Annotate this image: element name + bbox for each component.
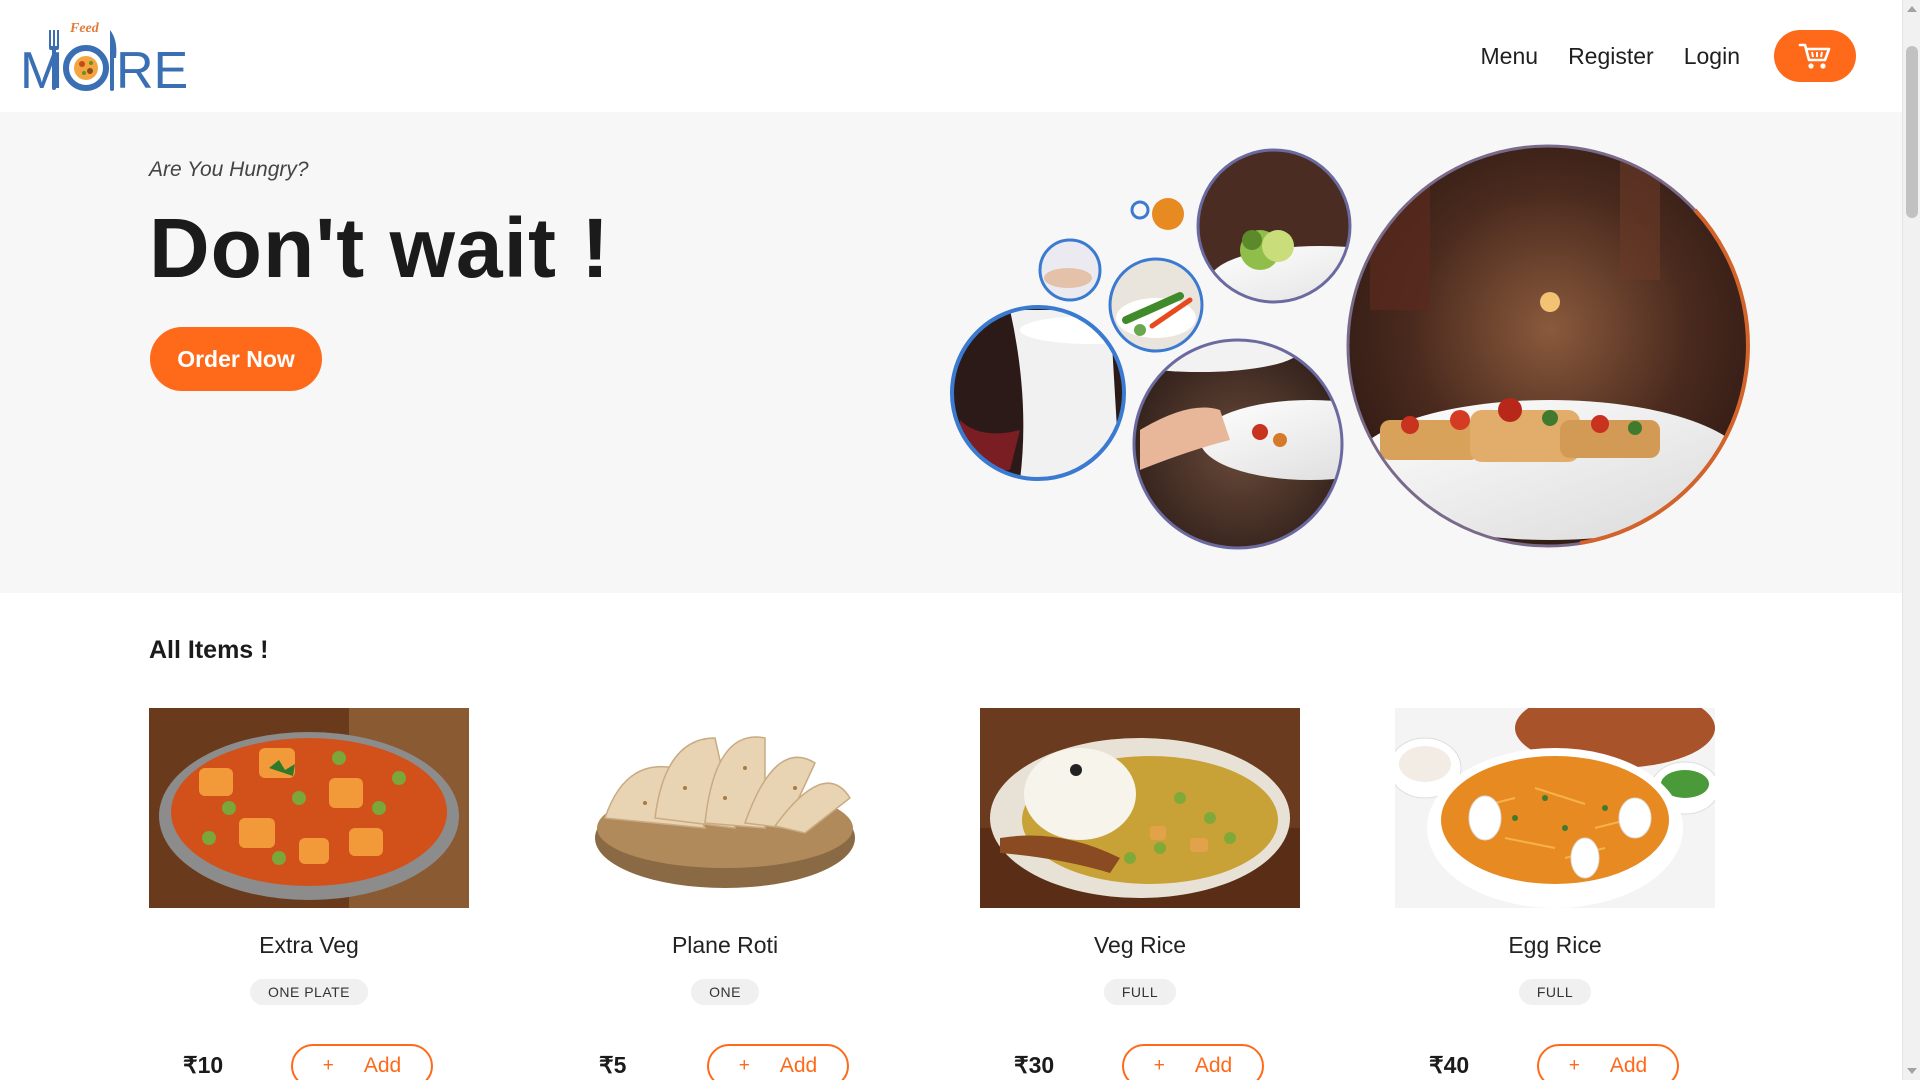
logo-letter-m: M: [20, 42, 63, 98]
hand-plate-image: [1040, 240, 1100, 300]
item-price: ₹30: [1014, 1052, 1055, 1078]
item-price: ₹10: [183, 1052, 224, 1078]
orange-dot-decor: [1152, 198, 1184, 230]
item-card: Extra Veg ONE PLATE ₹10 + Add: [149, 708, 469, 1080]
plus-icon: +: [738, 1055, 750, 1076]
plane-roti-image[interactable]: [565, 708, 885, 908]
item-name: Egg Rice: [1508, 932, 1602, 958]
item-size-badge: FULL: [1103, 979, 1177, 1005]
cart-button[interactable]: [1774, 30, 1856, 82]
item-card: Plane Roti ONE ₹5 + Add: [565, 708, 885, 1080]
add-label: Add: [779, 1054, 818, 1077]
item-footer: ₹40 + Add: [1395, 1044, 1715, 1080]
nav-menu-link[interactable]: Menu: [1481, 43, 1539, 70]
hero-tagline: Are You Hungry?: [149, 158, 309, 181]
nav-login-link[interactable]: Login: [1684, 43, 1740, 70]
item-price: ₹5: [599, 1052, 627, 1078]
feedmore-logo[interactable]: M RE Feed: [20, 18, 190, 100]
cart-icon: [1798, 43, 1831, 69]
plus-icon: +: [322, 1055, 334, 1076]
logo-feed-text: Feed: [69, 21, 100, 36]
nav-links: Menu Register Login: [1481, 30, 1856, 82]
item-footer: ₹10 + Add: [149, 1044, 469, 1080]
item-footer: ₹30 + Add: [980, 1044, 1300, 1080]
plus-icon: +: [1153, 1055, 1165, 1076]
veg-rice-image[interactable]: [980, 708, 1300, 908]
item-size-badge: ONE PLATE: [249, 979, 369, 1005]
scroll-thumb[interactable]: [1906, 46, 1918, 218]
item-card: Egg Rice FULL ₹40 + Add: [1395, 708, 1715, 1080]
add-label: Add: [363, 1054, 402, 1077]
egg-rice-image[interactable]: [1395, 708, 1715, 908]
order-now-button[interactable]: Order Now: [150, 327, 322, 391]
restaurant-plate-image: [1348, 146, 1748, 546]
item-footer: ₹5 + Add: [565, 1044, 885, 1080]
scroll-down-arrow-icon[interactable]: [1907, 1068, 1917, 1074]
hero-title: Don't wait !: [149, 201, 611, 295]
extra-veg-image[interactable]: [149, 708, 469, 908]
item-name: Extra Veg: [259, 932, 359, 958]
plus-icon: +: [1568, 1055, 1580, 1076]
add-to-cart-button[interactable]: + Add: [707, 1044, 849, 1080]
add-label: Add: [1609, 1054, 1648, 1077]
scroll-up-arrow-icon[interactable]: [1907, 6, 1917, 12]
all-items-title: All Items !: [149, 636, 269, 664]
add-to-cart-button[interactable]: + Add: [1122, 1044, 1264, 1080]
nav-register-link[interactable]: Register: [1568, 43, 1654, 70]
logo-letters-re: RE: [116, 42, 188, 98]
item-size-badge: ONE: [691, 979, 759, 1005]
item-price: ₹40: [1429, 1052, 1470, 1078]
item-name: Plane Roti: [671, 932, 779, 958]
item-card: Veg Rice FULL ₹30 + Add: [980, 708, 1300, 1080]
add-to-cart-button[interactable]: + Add: [291, 1044, 433, 1080]
vertical-scrollbar[interactable]: [1902, 0, 1920, 1080]
page: M RE Feed Menu Register Login Are You Hu…: [0, 0, 1902, 1080]
add-to-cart-button[interactable]: + Add: [1537, 1044, 1679, 1080]
navbar: M RE Feed Menu Register Login: [0, 0, 1902, 112]
hero-food-collage: [950, 144, 1750, 550]
hero-section: Are You Hungry? Don't wait ! Order Now: [0, 112, 1902, 593]
item-size-badge: FULL: [1518, 979, 1592, 1005]
plate-icon: [63, 45, 109, 91]
add-label: Add: [1194, 1054, 1233, 1077]
item-name: Veg Rice: [1093, 932, 1187, 958]
